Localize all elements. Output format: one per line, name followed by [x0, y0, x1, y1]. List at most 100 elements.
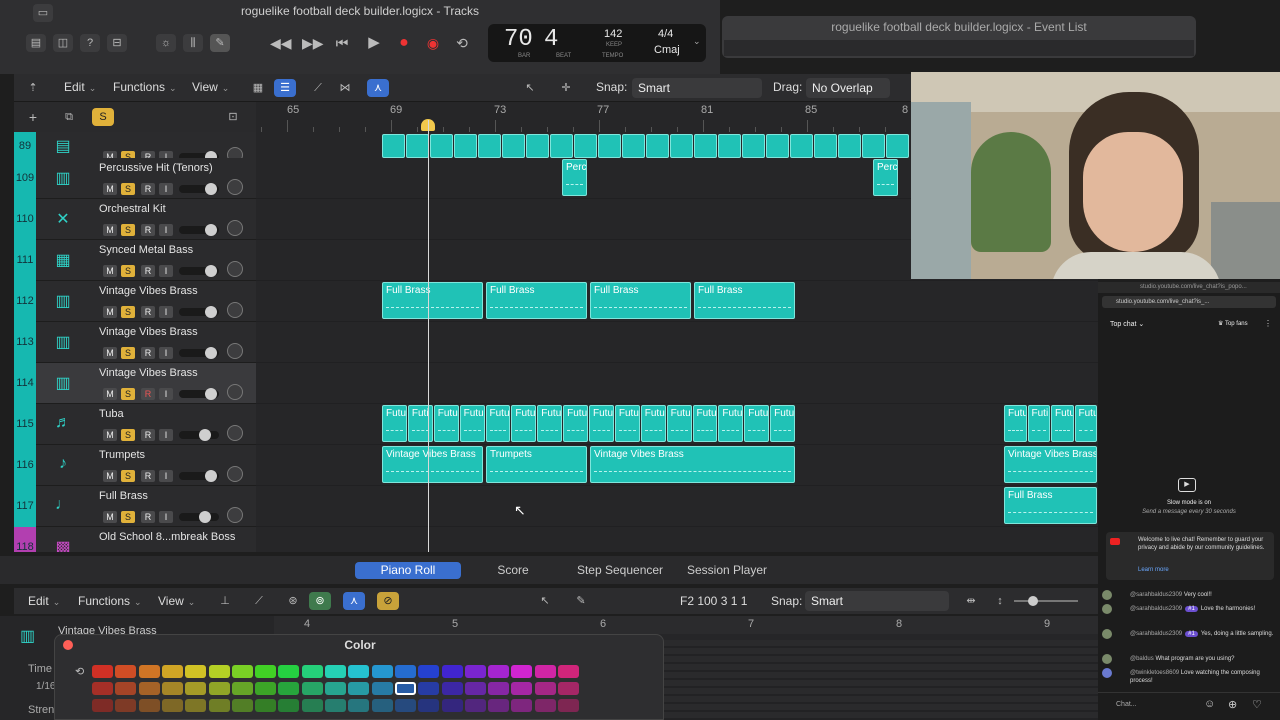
region[interactable]: Futu — [485, 405, 511, 442]
record-button[interactable]: R — [141, 429, 155, 441]
duplicate-track-icon[interactable]: ⧉ — [58, 108, 80, 126]
track-header[interactable]: ♬ Tuba M S R I — [36, 404, 256, 445]
region[interactable]: Full Brass — [486, 282, 587, 319]
editors-icon[interactable]: ✎ — [210, 34, 230, 52]
color-swatch[interactable] — [185, 699, 207, 712]
color-swatch[interactable] — [138, 699, 160, 712]
region[interactable]: Futu — [692, 405, 718, 442]
color-swatch[interactable] — [301, 699, 323, 712]
input-button[interactable]: I — [159, 183, 173, 195]
region[interactable]: Futu — [459, 405, 485, 442]
color-swatch[interactable] — [464, 699, 486, 712]
region[interactable] — [814, 134, 837, 158]
color-swatch[interactable] — [511, 682, 533, 695]
record-button[interactable]: R — [141, 511, 155, 523]
color-swatch[interactable] — [138, 682, 160, 695]
fader-knob[interactable] — [205, 265, 217, 277]
color-swatch[interactable] — [255, 665, 277, 678]
track-lane[interactable] — [256, 363, 1098, 404]
volume-fader[interactable] — [179, 388, 219, 400]
automation-icon[interactable]: ⟋ — [307, 79, 329, 97]
lcd-chevron-icon[interactable]: ⌄ — [693, 36, 701, 47]
region[interactable]: Futu — [640, 405, 666, 442]
track-header[interactable]: ▥ Vintage Vibes Brass M S R I — [36, 363, 256, 404]
color-swatch[interactable] — [511, 699, 533, 712]
editor-edit-menu[interactable]: Edit ⌄ — [28, 594, 60, 608]
catch-icon[interactable]: ⋏ — [367, 79, 389, 97]
reset-color-icon[interactable]: ⟲ — [75, 665, 84, 678]
region[interactable]: Futu — [563, 405, 588, 442]
chat-url-bar[interactable]: studio.youtube.com/live_chat?is_... — [1102, 296, 1276, 308]
region[interactable] — [886, 134, 909, 158]
track-name[interactable]: Full Brass — [99, 490, 148, 502]
snap-select[interactable]: Smart — [632, 78, 762, 98]
mute-button[interactable]: M — [103, 265, 117, 277]
record-icon[interactable]: ● — [394, 34, 414, 52]
color-swatch[interactable] — [418, 682, 440, 695]
editor-view-menu[interactable]: View ⌄ — [158, 594, 195, 608]
color-swatch[interactable] — [161, 699, 183, 712]
region[interactable]: Full Brass — [694, 282, 795, 319]
mixer-icon[interactable]: ⫼ — [183, 34, 203, 52]
input-button[interactable]: I — [159, 511, 173, 523]
mute-button[interactable]: M — [103, 388, 117, 400]
input-button[interactable]: I — [159, 429, 173, 441]
region[interactable]: Futu — [666, 405, 692, 442]
mute-button[interactable]: M — [103, 347, 117, 359]
mute-button[interactable]: M — [103, 224, 117, 236]
midi-out-icon[interactable]: ⊚ — [309, 592, 331, 610]
color-swatch[interactable] — [348, 682, 370, 695]
vertical-zoom-slider[interactable] — [1014, 596, 1078, 606]
color-swatch[interactable] — [231, 699, 253, 712]
input-button[interactable]: I — [159, 224, 173, 236]
input-button[interactable]: I — [159, 347, 173, 359]
color-swatch[interactable] — [534, 665, 556, 678]
input-button[interactable]: I — [159, 265, 173, 277]
track-name[interactable]: Old School 8...mbreak Boss — [99, 531, 235, 543]
track-name[interactable]: Vintage Vibes Brass — [99, 285, 198, 297]
track-header[interactable]: ▥ Percussive Hit (Tenors) M S R I — [36, 158, 256, 199]
pan-knob[interactable] — [227, 425, 243, 441]
tab-score[interactable]: Score — [467, 562, 559, 579]
tab-piano-roll[interactable]: Piano Roll — [355, 562, 461, 579]
pan-knob[interactable] — [227, 507, 243, 523]
region[interactable]: Full Brass — [590, 282, 691, 319]
pan-knob[interactable] — [227, 261, 243, 277]
sidebar-icon[interactable]: ▭ — [33, 4, 53, 22]
track-lane[interactable] — [256, 322, 1098, 363]
region[interactable]: Futu — [511, 405, 537, 442]
back-icon[interactable]: ⇡ — [22, 79, 44, 97]
midi-in-icon[interactable]: ⊛ — [282, 592, 304, 610]
pan-knob[interactable] — [227, 384, 243, 400]
learn-more-link[interactable]: Learn more — [1138, 567, 1169, 573]
track-name[interactable]: Orchestral Kit — [99, 203, 166, 215]
track-name[interactable]: Vintage Vibes Brass — [99, 326, 198, 338]
color-swatch[interactable] — [278, 699, 300, 712]
emoji-icon[interactable]: ☺ — [1204, 698, 1215, 710]
color-swatch[interactable] — [488, 682, 510, 695]
color-panel[interactable]: Color ⟲ — [54, 634, 664, 720]
volume-fader[interactable] — [179, 265, 219, 277]
record-button[interactable]: R — [141, 224, 155, 236]
region[interactable] — [622, 134, 645, 158]
mute-button[interactable]: M — [103, 183, 117, 195]
region[interactable]: Futu — [433, 405, 459, 442]
region[interactable]: Futu — [589, 405, 614, 442]
region[interactable]: Futu — [537, 405, 563, 442]
volume-fader[interactable] — [179, 429, 219, 441]
volume-fader[interactable] — [179, 224, 219, 236]
color-swatch[interactable] — [115, 682, 137, 695]
region[interactable] — [502, 134, 525, 158]
solo-button[interactable]: S — [121, 183, 135, 195]
track-header[interactable]: ▩ Old School 8...mbreak Boss — [36, 527, 256, 552]
mute-button[interactable]: M — [103, 470, 117, 482]
region[interactable]: Vintage Vibes Brass — [1004, 446, 1097, 483]
volume-fader[interactable] — [179, 470, 219, 482]
lcd-display[interactable]: 70 4 BAR BEAT 142 KEEP TEMPO 4/4 Cmaj ⌄ — [488, 24, 706, 62]
solo-button[interactable]: S — [121, 265, 135, 277]
note-grid[interactable] — [664, 640, 1098, 720]
region[interactable] — [406, 134, 429, 158]
region[interactable] — [430, 134, 453, 158]
color-swatch[interactable] — [208, 665, 230, 678]
editor-ruler[interactable]: 4 5 6 7 8 9 — [274, 616, 1098, 634]
